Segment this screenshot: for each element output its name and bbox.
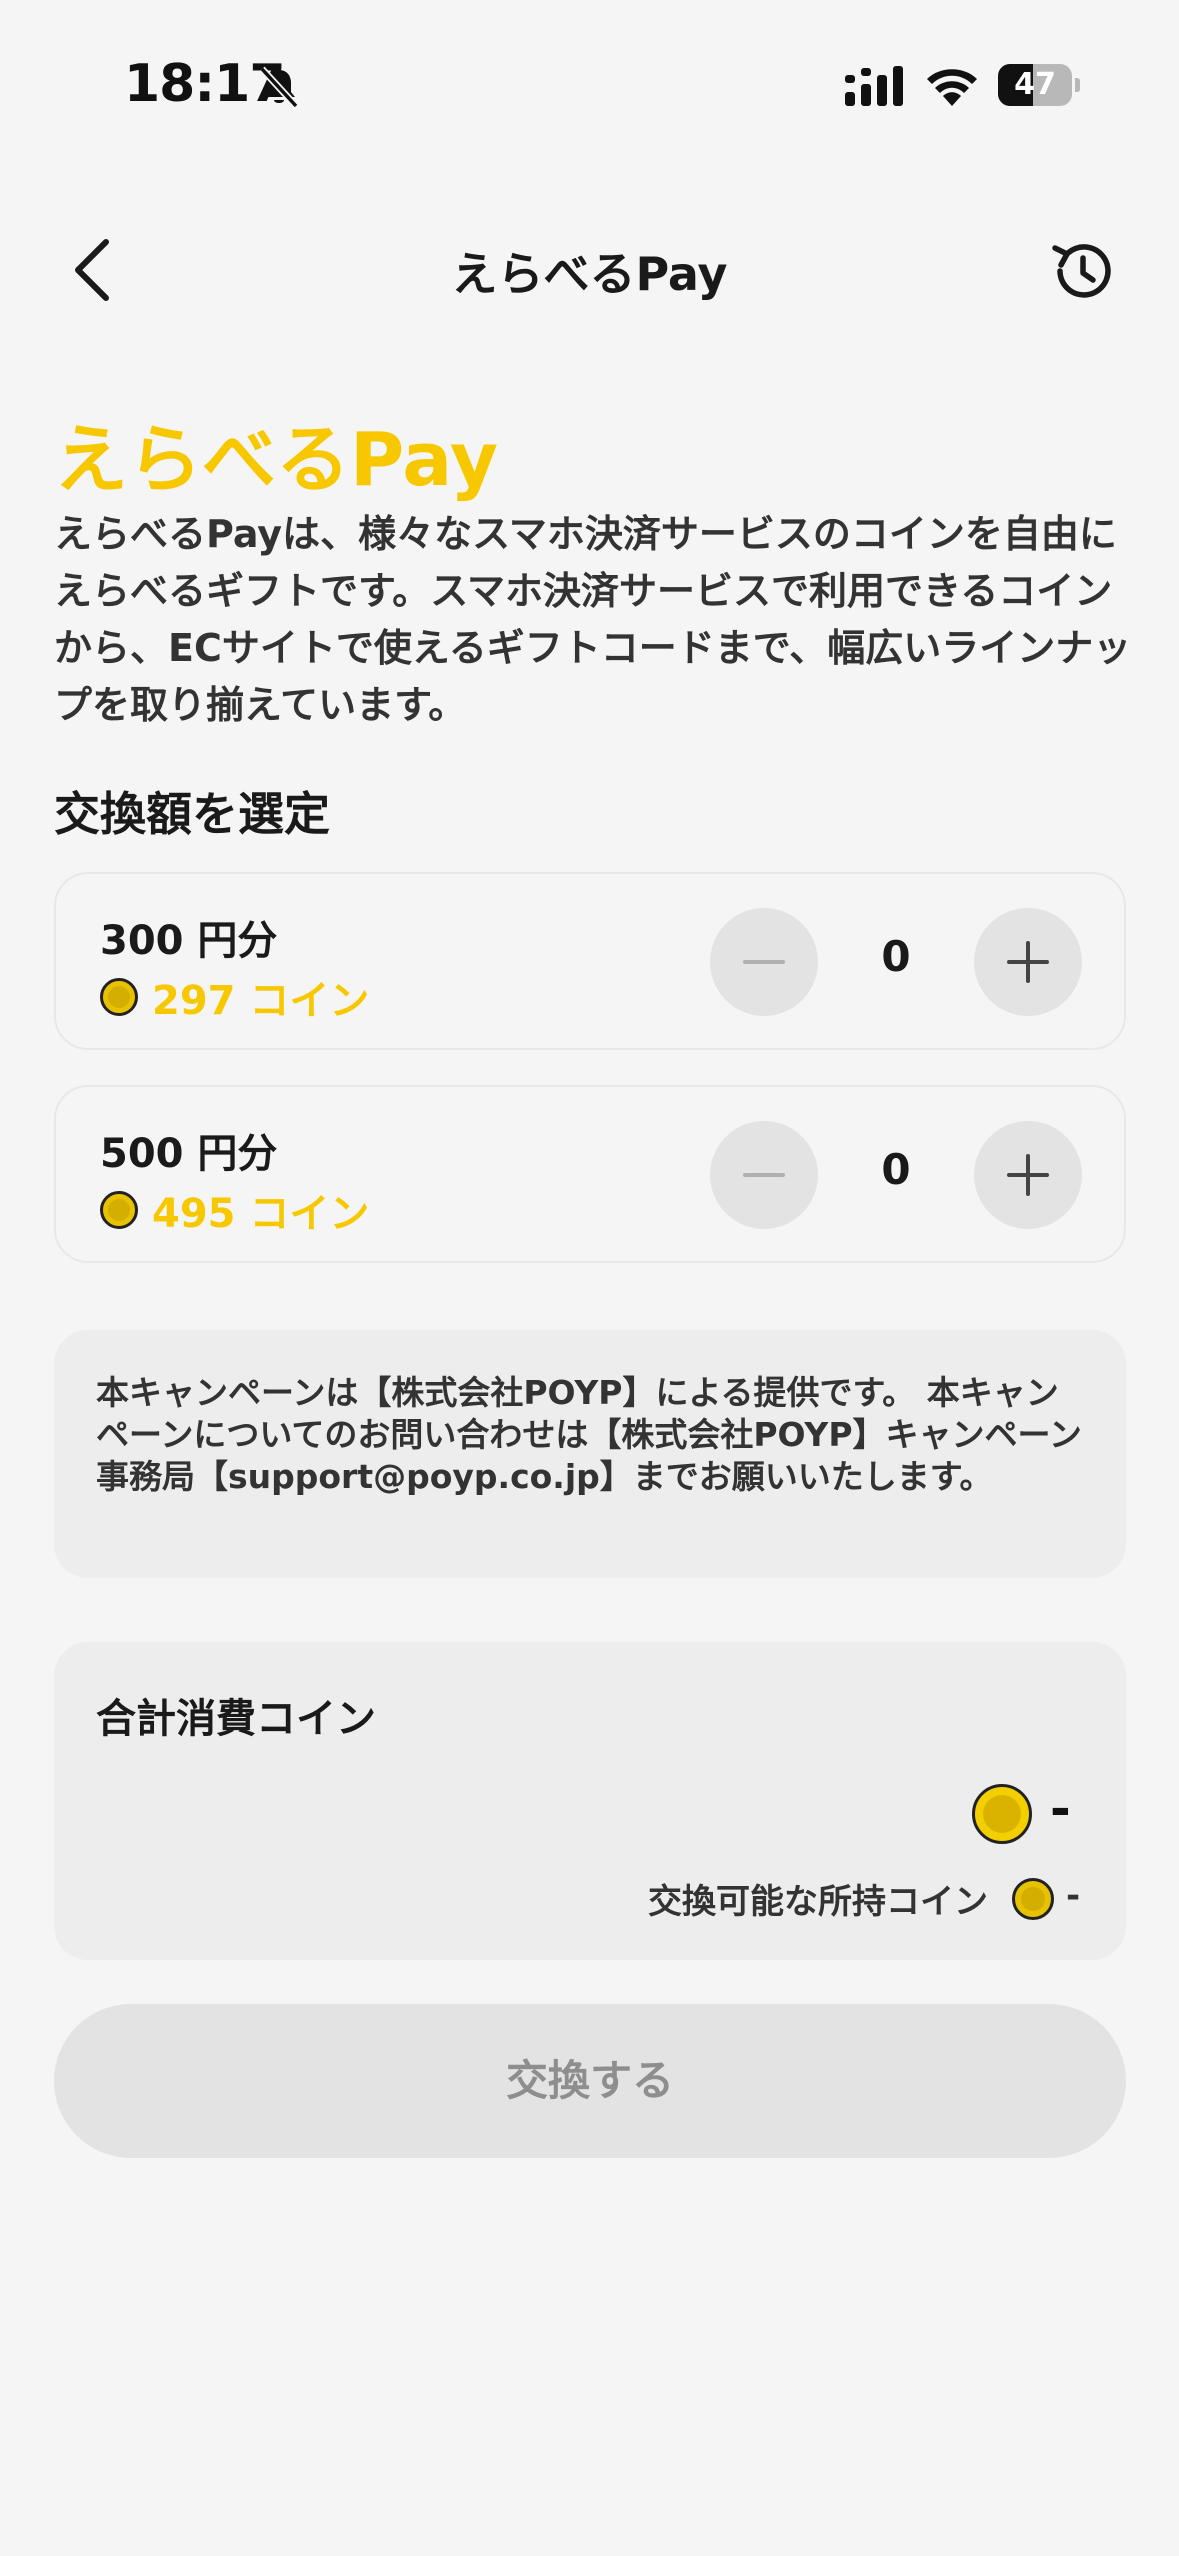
total-title: 合計消費コイン: [96, 1696, 376, 1742]
decrease-button[interactable]: [710, 908, 818, 1016]
plus-icon: [1007, 1154, 1049, 1196]
plus-icon: [1007, 941, 1049, 983]
notice-text: 本キャンペーンは【株式会社POYP】による提供です。 本キャンペーンについてのお…: [96, 1373, 1082, 1496]
coin-icon: [1012, 1878, 1054, 1920]
exchange-button[interactable]: 交換する: [54, 2004, 1126, 2158]
product-price-label: 495 コイン: [152, 1191, 370, 1237]
page-title: えらべるPay: [451, 247, 728, 301]
product-price: 297 コイン: [100, 968, 369, 1026]
cellular-signal-icon: [845, 66, 903, 106]
battery-body: 47: [998, 64, 1072, 106]
coin-icon: [100, 978, 138, 1016]
owned-coin-value: -: [1066, 1876, 1081, 1916]
increase-button[interactable]: [974, 1121, 1082, 1229]
section-title: 交換額を選定: [54, 787, 330, 841]
brand-description: えらべるPayは、様々なスマホ決済サービスのコインを自由にえらべるギフトです。ス…: [54, 512, 1132, 727]
history-icon[interactable]: [1046, 236, 1116, 306]
battery-indicator: 47: [998, 64, 1080, 106]
quantity-value: 0: [881, 1145, 911, 1194]
product-card-300: 300 円分 297 コイン 0: [54, 872, 1126, 1050]
minus-icon: [743, 960, 785, 964]
product-card-500: 500 円分 495 コイン 0: [54, 1085, 1126, 1263]
quantity-value: 0: [881, 932, 911, 981]
product-name: 500 円分: [100, 1131, 278, 1177]
coin-icon: [100, 1191, 138, 1229]
decrease-button[interactable]: [710, 1121, 818, 1229]
owned-coin-label: 交換可能な所持コイン: [648, 1882, 988, 1922]
wifi-icon: [927, 69, 977, 106]
status-bar: 18:17 47: [0, 0, 1179, 170]
bell-slash-icon: [259, 66, 299, 109]
nav-header: えらべるPay: [0, 200, 1179, 340]
increase-button[interactable]: [974, 908, 1082, 1016]
coin-icon: [972, 1784, 1032, 1844]
product-price: 495 コイン: [100, 1181, 369, 1239]
campaign-notice: 本キャンペーンは【株式会社POYP】による提供です。 本キャンペーンについてのお…: [54, 1330, 1126, 1578]
total-value: -: [1050, 1780, 1071, 1838]
battery-cap: [1075, 78, 1080, 92]
product-price-label: 297 コイン: [152, 978, 370, 1024]
total-coin-panel: 合計消費コイン - 交換可能な所持コイン -: [54, 1642, 1126, 1960]
product-name: 300 円分: [100, 918, 278, 964]
minus-icon: [743, 1173, 785, 1177]
battery-percent: 47: [1014, 67, 1056, 102]
brand-title: えらべるPay: [54, 417, 499, 503]
